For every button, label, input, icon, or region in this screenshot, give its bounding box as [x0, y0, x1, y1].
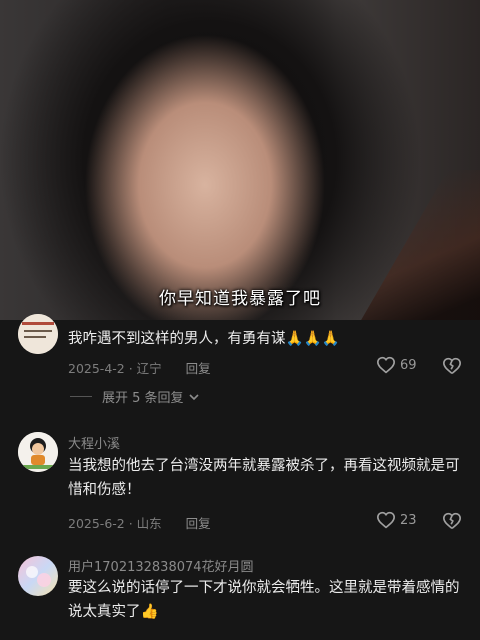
avatar[interactable] — [18, 314, 58, 354]
dislike-button[interactable] — [442, 357, 462, 379]
reply-button[interactable]: 回复 — [186, 361, 211, 376]
broken-heart-icon — [442, 357, 462, 374]
like-count: 69 — [400, 357, 417, 373]
comment-text: 我咋遇不到这样的男人，有勇有谋🙏🙏🙏 — [68, 331, 340, 347]
expand-replies-label: 展开 5 条回复 — [102, 391, 184, 406]
video-player[interactable]: 你早知道我暴露了吧 — [0, 0, 480, 320]
heart-outline-icon — [376, 511, 396, 529]
comment-meta: 2025-6-2 · 山东 回复 — [68, 513, 211, 532]
comment-text: 当我想的他去了台湾没两年就暴露被杀了，再看这视频就是可惜和伤感！ — [68, 458, 460, 498]
comment-item: 大程小溪 当我想的他去了台湾没两年就暴露被杀了，再看这视频就是可惜和伤感！ 20… — [0, 430, 480, 540]
comment-item: 我咋遇不到这样的男人，有勇有谋🙏🙏🙏 2025-4-2 · 辽宁 回复 69 展… — [0, 314, 480, 415]
chevron-down-icon — [188, 393, 199, 400]
comment-meta: 2025-4-2 · 辽宁 回复 — [68, 358, 211, 377]
comment-item: 用户1702132838074花好月圆 要这么说的话停了一下才说你就会牺牲。这里… — [0, 554, 480, 640]
comment-username[interactable]: 用户1702132838074花好月圆 — [68, 556, 254, 575]
like-button[interactable]: 23 — [376, 511, 417, 529]
divider — [70, 396, 92, 397]
heart-outline-icon — [376, 356, 396, 374]
reply-button[interactable]: 回复 — [186, 516, 211, 531]
comment-date-location: 2025-6-2 · 山东 — [68, 516, 162, 531]
video-subtitle: 你早知道我暴露了吧 — [159, 289, 321, 309]
avatar[interactable] — [18, 432, 58, 472]
like-count: 23 — [400, 512, 417, 528]
dislike-button[interactable] — [442, 512, 462, 534]
broken-heart-icon — [442, 512, 462, 529]
comment-username[interactable]: 大程小溪 — [68, 433, 120, 452]
comment-date-location: 2025-4-2 · 辽宁 — [68, 361, 162, 376]
avatar[interactable] — [18, 556, 58, 596]
like-button[interactable]: 69 — [376, 356, 417, 374]
comment-text: 要这么说的话停了一下才说你就会牺牲。这里就是带着感情的说太真实了👍 — [68, 580, 460, 620]
expand-replies-button[interactable]: 展开 5 条回复 — [70, 387, 200, 406]
